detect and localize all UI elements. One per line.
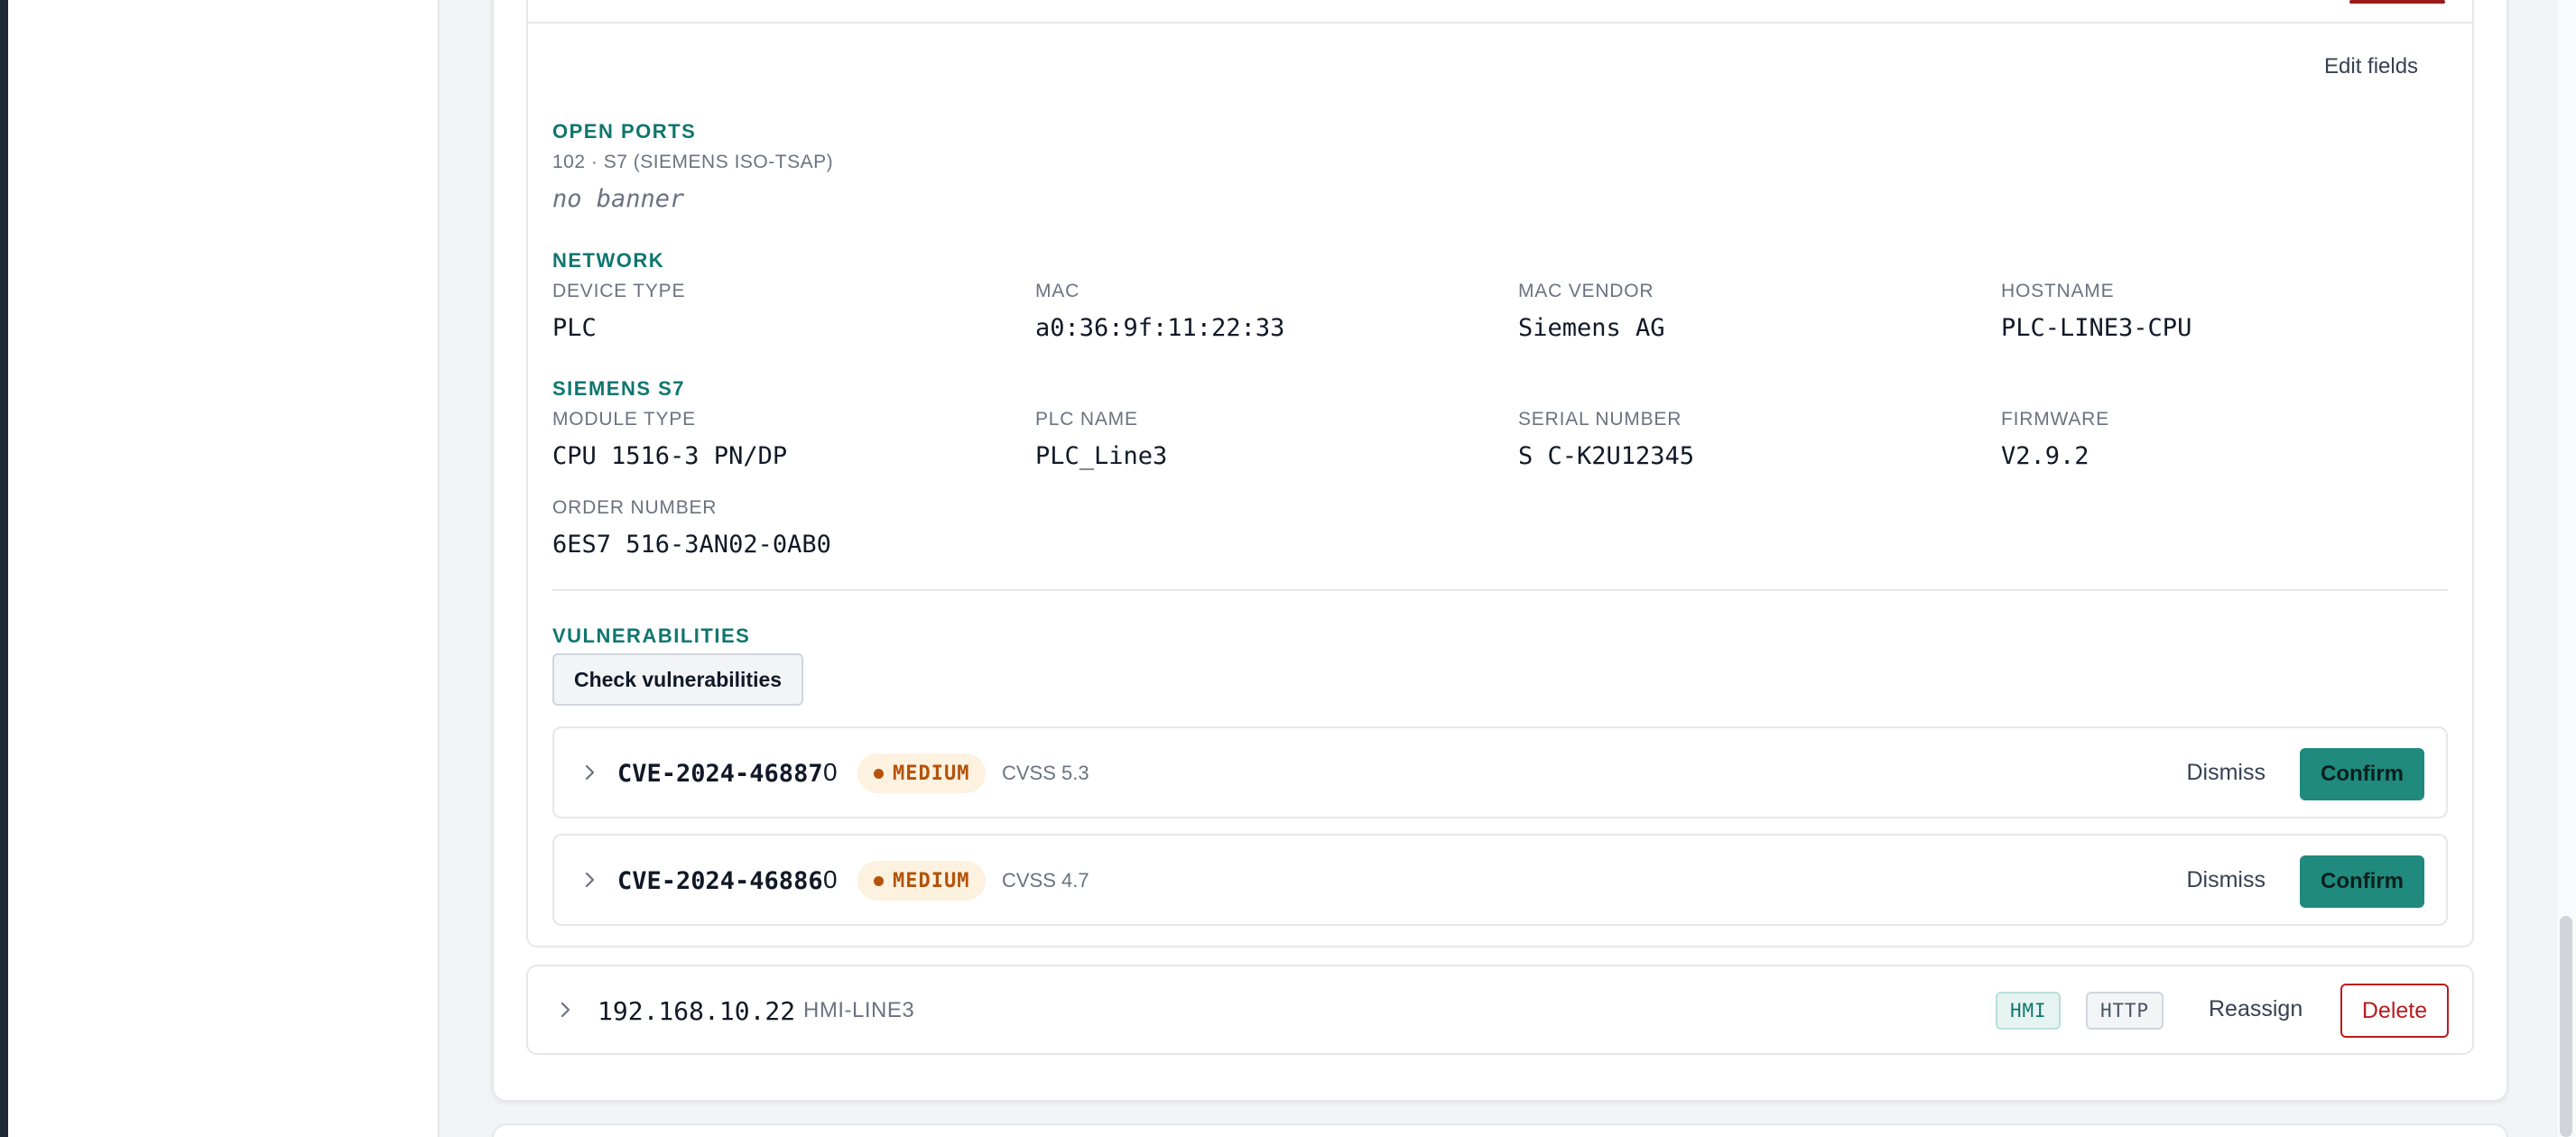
severity-label: MEDIUM xyxy=(893,762,970,785)
device-ip: 192.168.10.22 xyxy=(598,996,796,1026)
confirm-button[interactable]: Confirm xyxy=(2300,855,2424,908)
chevron-right-icon[interactable] xyxy=(581,759,599,786)
sidebar xyxy=(8,0,440,1137)
severity-badge: MEDIUM xyxy=(857,753,987,793)
vulnerability-row[interactable]: CVE-2024-46886 0 MEDIUM CVSS 4.7 Dismiss… xyxy=(552,834,2448,926)
firmware-value: V2.9.2 xyxy=(2001,442,2090,470)
severity-label: MEDIUM xyxy=(893,869,970,892)
port-banner: no banner xyxy=(552,185,685,213)
dot-icon xyxy=(874,875,884,886)
device-card-header-divider xyxy=(528,22,2472,23)
cvss-score: CVSS 4.7 xyxy=(1002,869,1089,892)
hostname-value: PLC-LINE3-CPU xyxy=(2001,314,2192,342)
tag-hmi: HMI xyxy=(1996,992,2062,1030)
mac-label: MAC xyxy=(1035,281,1080,301)
next-subnet-card xyxy=(492,1123,2508,1137)
window-edge xyxy=(0,0,8,1137)
cve-count: 0 xyxy=(823,758,838,786)
device-type-value: PLC xyxy=(552,314,597,342)
cve-id: CVE-2024-46887 xyxy=(617,760,823,788)
scrollbar-thumb[interactable] xyxy=(2560,916,2572,1137)
serial-number-label: SERIAL NUMBER xyxy=(1518,409,1682,430)
network-title: NETWORK xyxy=(552,249,665,272)
order-number-label: ORDER NUMBER xyxy=(552,497,718,518)
edit-fields-button[interactable]: Edit fields xyxy=(2324,54,2418,79)
dismiss-button[interactable]: Dismiss xyxy=(2187,867,2266,893)
hostname-label: HOSTNAME xyxy=(2001,281,2115,301)
plc-name-value: PLC_Line3 xyxy=(1035,442,1168,470)
device-row[interactable]: 192.168.10.22 HMI-LINE3 HMI HTTP Reassig… xyxy=(526,965,2474,1055)
dot-icon xyxy=(874,768,884,779)
vulnerabilities-title: VULNERABILITIES xyxy=(552,624,751,647)
reassign-button[interactable]: Reassign xyxy=(2209,996,2303,1022)
device-hostname: HMI-LINE3 xyxy=(803,998,915,1022)
scrollbar[interactable] xyxy=(2556,0,2576,1137)
device-type-label: DEVICE TYPE xyxy=(552,281,686,301)
section-divider xyxy=(552,589,2448,591)
mac-vendor-value: Siemens AG xyxy=(1518,314,1665,342)
module-type-value: CPU 1516-3 PN/DP xyxy=(552,442,788,470)
delete-button[interactable]: Delete xyxy=(2340,984,2449,1038)
serial-number-value: S C-K2U12345 xyxy=(1518,442,1695,470)
check-vulnerabilities-button[interactable]: Check vulnerabilities xyxy=(552,653,803,706)
confirm-button[interactable]: Confirm xyxy=(2300,748,2424,800)
delete-button-edge[interactable] xyxy=(2349,0,2445,4)
module-type-label: MODULE TYPE xyxy=(552,409,696,430)
tag-http: HTTP xyxy=(2086,992,2164,1030)
cve-count: 0 xyxy=(823,865,838,893)
vulnerability-row[interactable]: CVE-2024-46887 0 MEDIUM CVSS 5.3 Dismiss… xyxy=(552,726,2448,818)
open-port-line: 102 · S7 (SIEMENS ISO-TSAP) xyxy=(552,152,834,172)
firmware-label: FIRMWARE xyxy=(2001,409,2109,430)
cvss-score: CVSS 5.3 xyxy=(1002,762,1089,784)
cve-id: CVE-2024-46886 xyxy=(617,867,823,895)
siemens-title: SIEMENS S7 xyxy=(552,377,686,400)
open-ports-title: OPEN PORTS xyxy=(552,120,697,143)
mac-vendor-label: MAC VENDOR xyxy=(1518,281,1654,301)
mac-value: a0:36:9f:11:22:33 xyxy=(1035,314,1285,342)
severity-badge: MEDIUM xyxy=(857,861,987,901)
chevron-right-icon[interactable] xyxy=(557,996,575,1023)
dismiss-button[interactable]: Dismiss xyxy=(2187,760,2266,786)
order-number-value: 6ES7 516-3AN02-0AB0 xyxy=(552,531,831,559)
plc-name-label: PLC NAME xyxy=(1035,409,1138,430)
chevron-right-icon[interactable] xyxy=(581,866,599,893)
